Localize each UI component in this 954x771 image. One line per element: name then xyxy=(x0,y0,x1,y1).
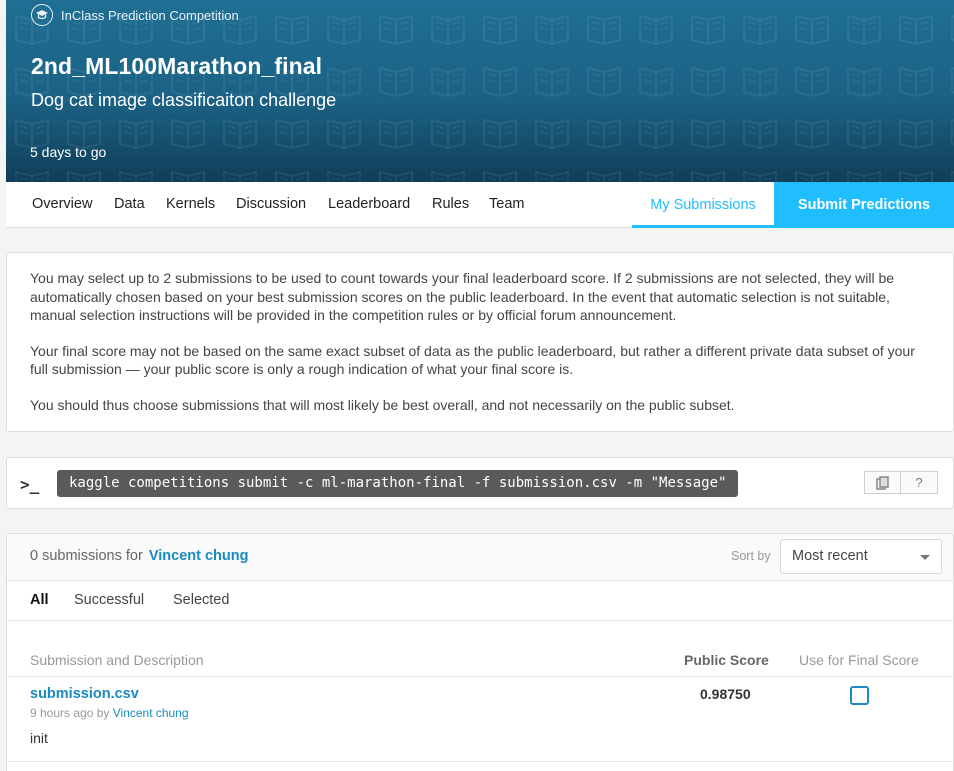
submission-filters: All Successful Selected xyxy=(7,581,953,621)
filter-successful[interactable]: Successful xyxy=(74,592,144,608)
tab-discussion[interactable]: Discussion xyxy=(236,196,306,212)
column-description: Submission and Description xyxy=(30,652,204,668)
column-public-score[interactable]: Public Score xyxy=(684,652,769,668)
chevron-down-icon xyxy=(920,555,930,560)
copy-icon xyxy=(876,475,889,490)
submission-file-link[interactable]: submission.csv xyxy=(30,686,139,702)
column-final-score: Use for Final Score xyxy=(799,652,919,668)
info-paragraph: Your final score may not be based on the… xyxy=(30,342,915,378)
use-for-final-checkbox[interactable] xyxy=(850,686,869,705)
tab-overview[interactable]: Overview xyxy=(32,196,92,212)
deadline-text: 5 days to go xyxy=(30,144,107,160)
divider xyxy=(7,676,953,677)
api-command-card: >_ kaggle competitions submit -c ml-mara… xyxy=(6,457,954,509)
submissions-panel: 0 submissions for Vincent chung Sort by … xyxy=(6,533,954,771)
tab-team[interactable]: Team xyxy=(489,196,524,212)
competition-subtitle: Dog cat image classificaiton challenge xyxy=(31,90,337,110)
sort-select[interactable]: Most recent xyxy=(780,539,942,574)
tab-data[interactable]: Data xyxy=(114,196,145,212)
tab-rules[interactable]: Rules xyxy=(432,196,469,212)
sort-select-value: Most recent xyxy=(792,548,868,564)
public-score-value: 0.98750 xyxy=(700,686,751,702)
submission-meta: 9 hours ago by Vincent chung xyxy=(30,706,189,720)
submit-predictions-button[interactable]: Submit Predictions xyxy=(774,182,954,228)
tab-kernels[interactable]: Kernels xyxy=(166,196,215,212)
competition-nav: Overview Data Kernels Discussion Leaderb… xyxy=(6,182,954,228)
sort-by-label: Sort by xyxy=(731,549,771,563)
api-command-text[interactable]: kaggle competitions submit -c ml-maratho… xyxy=(57,470,739,497)
user-link[interactable]: Vincent chung xyxy=(149,548,249,564)
info-paragraph: You should thus choose submissions that … xyxy=(30,396,735,413)
competition-title: 2nd_ML100Marathon_final xyxy=(31,53,323,79)
submission-selection-info: You may select up to 2 submissions to be… xyxy=(6,252,954,432)
command-actions: ? xyxy=(864,471,938,494)
competition-type-label: InClass Prediction Competition xyxy=(61,7,239,23)
submission-description: init xyxy=(30,730,48,746)
submission-count-text: 0 submissions for xyxy=(30,548,143,564)
help-button[interactable]: ? xyxy=(901,471,938,494)
copy-command-button[interactable] xyxy=(864,471,901,494)
tab-my-submissions[interactable]: My Submissions xyxy=(632,182,774,228)
tab-leaderboard[interactable]: Leaderboard xyxy=(328,196,410,212)
competition-type: InClass Prediction Competition xyxy=(31,4,239,26)
divider xyxy=(7,761,953,762)
graduation-cap-icon xyxy=(31,4,53,26)
submission-count: 0 submissions for Vincent chung xyxy=(30,548,249,564)
filter-selected[interactable]: Selected xyxy=(173,592,229,608)
terminal-icon: >_ xyxy=(20,475,40,494)
competition-banner: InClass Prediction Competition 2nd_ML100… xyxy=(6,0,954,182)
info-paragraph: You may select up to 2 submissions to be… xyxy=(30,270,895,323)
submission-time: 9 hours ago by xyxy=(30,706,110,720)
filter-all[interactable]: All xyxy=(30,592,49,608)
submission-user-link[interactable]: Vincent chung xyxy=(113,706,189,720)
submissions-header: 0 submissions for Vincent chung Sort by … xyxy=(7,534,953,581)
